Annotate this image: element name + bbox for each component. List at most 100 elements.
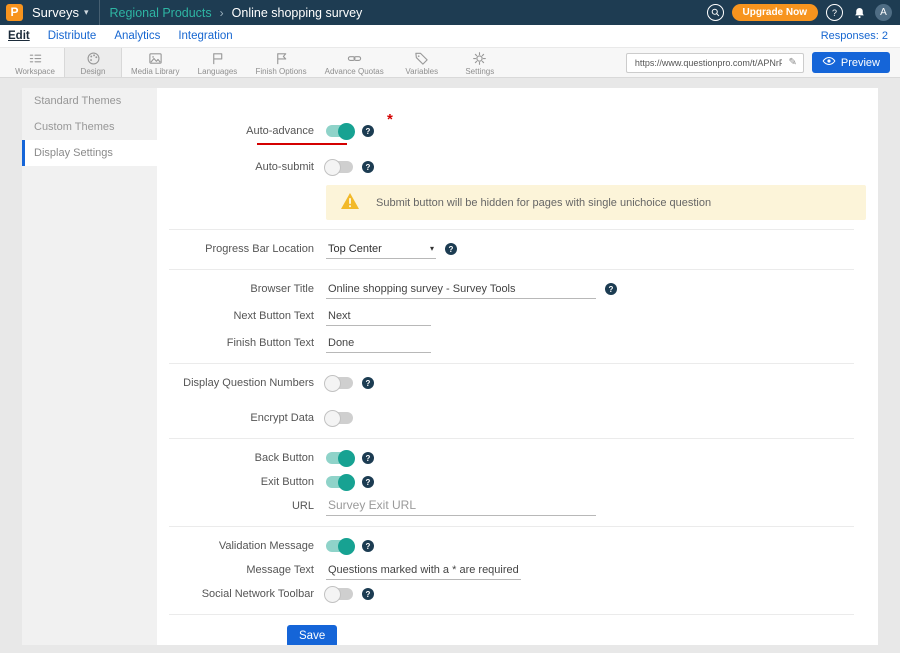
sidebar-item-custom-themes[interactable]: Custom Themes	[22, 114, 157, 140]
annotation-underline	[257, 143, 347, 145]
breadcrumb: Regional Products › Online shopping surv…	[110, 6, 363, 20]
help-icon[interactable]: ?	[826, 4, 843, 21]
media-library-icon	[148, 51, 163, 66]
sidebar-item-standard-themes[interactable]: Standard Themes	[22, 88, 157, 114]
validation-message-label: Validation Message	[169, 540, 314, 552]
help-icon[interactable]: ?	[362, 540, 374, 552]
progress-bar-location-row: Progress Bar Location Top Center ▾ ?	[169, 238, 854, 260]
variables-icon	[414, 51, 429, 66]
finish-options-icon	[274, 51, 289, 66]
auto-advance-label: Auto-advance	[169, 125, 314, 137]
tab-analytics[interactable]: Analytics	[114, 30, 160, 42]
display-question-numbers-label: Display Question Numbers	[169, 377, 314, 389]
preview-button[interactable]: Preview	[812, 52, 890, 73]
toolbar-item-label: Finish Options	[255, 67, 306, 76]
social-network-toolbar-label: Social Network Toolbar	[169, 588, 314, 600]
help-icon[interactable]: ?	[362, 476, 374, 488]
help-icon[interactable]: ?	[362, 452, 374, 464]
exit-url-row: URL	[169, 495, 854, 517]
auto-advance-row: Auto-advance ? *	[169, 120, 854, 142]
toolbar-item-label: Languages	[198, 67, 238, 76]
help-icon[interactable]: ?	[362, 588, 374, 600]
finish-button-text-row: Finish Button Text	[169, 332, 854, 354]
message-text-input[interactable]	[326, 561, 521, 580]
help-icon[interactable]: ?	[605, 283, 617, 295]
exit-button-row: Exit Button ?	[169, 471, 854, 493]
warning-icon	[340, 192, 360, 213]
browser-title-input[interactable]	[326, 280, 596, 299]
themes-sidebar: Standard Themes Custom Themes Display Se…	[22, 88, 157, 645]
questionpro-logo[interactable]: P	[6, 4, 23, 21]
preview-label: Preview	[841, 57, 880, 69]
exit-url-label: URL	[169, 500, 314, 512]
encrypt-data-label: Encrypt Data	[169, 412, 314, 424]
selected-option: Top Center	[328, 243, 382, 255]
sidebar-item-display-settings[interactable]: Display Settings	[22, 140, 157, 166]
toolbar-item-languages[interactable]: Languages	[188, 48, 246, 77]
exit-button-toggle[interactable]	[326, 476, 353, 488]
warning-text: Submit button will be hidden for pages w…	[376, 197, 711, 209]
workspace-icon	[28, 51, 43, 66]
display-question-numbers-toggle[interactable]	[326, 377, 353, 389]
next-button-text-row: Next Button Text	[169, 305, 854, 327]
exit-button-label: Exit Button	[169, 476, 314, 488]
divider	[169, 438, 854, 439]
message-text-label: Message Text	[169, 564, 314, 576]
survey-url-input[interactable]	[633, 57, 785, 69]
toolbar-item-workspace[interactable]: Workspace	[6, 48, 64, 77]
tab-edit[interactable]: Edit	[8, 30, 30, 42]
browser-title-row: Browser Title ?	[169, 278, 854, 300]
progress-bar-location-select[interactable]: Top Center ▾	[326, 240, 436, 259]
avatar[interactable]: A	[875, 4, 892, 21]
design-toolbar: Workspace Design Media Library Languages…	[0, 48, 900, 78]
divider	[169, 229, 854, 230]
message-text-row: Message Text	[169, 559, 854, 581]
auto-submit-toggle[interactable]	[326, 161, 353, 173]
validation-message-toggle[interactable]	[326, 540, 353, 552]
help-icon[interactable]: ?	[362, 161, 374, 173]
settings-icon	[472, 51, 487, 66]
next-button-text-input[interactable]	[326, 307, 431, 326]
toolbar-item-advance-quotas[interactable]: Advance Quotas	[316, 48, 393, 77]
surveys-menu[interactable]: Surveys ▾	[32, 5, 89, 20]
toolbar-item-media-library[interactable]: Media Library	[122, 48, 188, 77]
breadcrumb-parent[interactable]: Regional Products	[110, 6, 212, 20]
tab-distribute[interactable]: Distribute	[48, 30, 97, 42]
save-button[interactable]: Save	[287, 625, 337, 645]
toolbar-item-design[interactable]: Design	[64, 48, 122, 77]
validation-message-row: Validation Message ?	[169, 535, 854, 557]
help-icon[interactable]: ?	[362, 377, 374, 389]
chevron-down-icon: ▾	[84, 7, 89, 18]
breadcrumb-current: Online shopping survey	[232, 6, 363, 20]
display-question-numbers-row: Display Question Numbers ?	[169, 372, 854, 394]
display-settings-panel: Auto-advance ? * Auto-submit ? Submit bu…	[157, 88, 878, 645]
back-button-label: Back Button	[169, 452, 314, 464]
exit-url-input[interactable]	[326, 497, 596, 516]
content-area: Standard Themes Custom Themes Display Se…	[0, 78, 900, 653]
divider	[169, 526, 854, 527]
tab-integration[interactable]: Integration	[178, 30, 232, 42]
toolbar-item-label: Settings	[465, 67, 494, 76]
help-icon[interactable]: ?	[362, 125, 374, 137]
upgrade-button[interactable]: Upgrade Now	[732, 4, 818, 21]
help-icon[interactable]: ?	[445, 243, 457, 255]
breadcrumb-separator-icon: ›	[220, 6, 224, 20]
toolbar-item-variables[interactable]: Variables	[393, 48, 451, 77]
toolbar-item-settings[interactable]: Settings	[451, 48, 509, 77]
advance-quotas-icon	[347, 51, 362, 66]
auto-submit-label: Auto-submit	[169, 161, 314, 173]
search-icon[interactable]	[707, 4, 724, 21]
responses-count[interactable]: Responses: 2	[821, 30, 888, 42]
social-network-toolbar-row: Social Network Toolbar ?	[169, 583, 854, 605]
social-network-toolbar-toggle[interactable]	[326, 588, 353, 600]
encrypt-data-toggle[interactable]	[326, 412, 353, 424]
auto-advance-toggle[interactable]	[326, 125, 353, 137]
next-button-text-label: Next Button Text	[169, 310, 314, 322]
eye-icon	[822, 56, 836, 69]
back-button-toggle[interactable]	[326, 452, 353, 464]
toolbar-item-finish-options[interactable]: Finish Options	[246, 48, 315, 77]
save-button-wrap: Save	[287, 625, 337, 645]
finish-button-text-input[interactable]	[326, 334, 431, 353]
notifications-icon[interactable]	[851, 5, 867, 21]
edit-url-icon[interactable]: ✎	[788, 57, 796, 68]
